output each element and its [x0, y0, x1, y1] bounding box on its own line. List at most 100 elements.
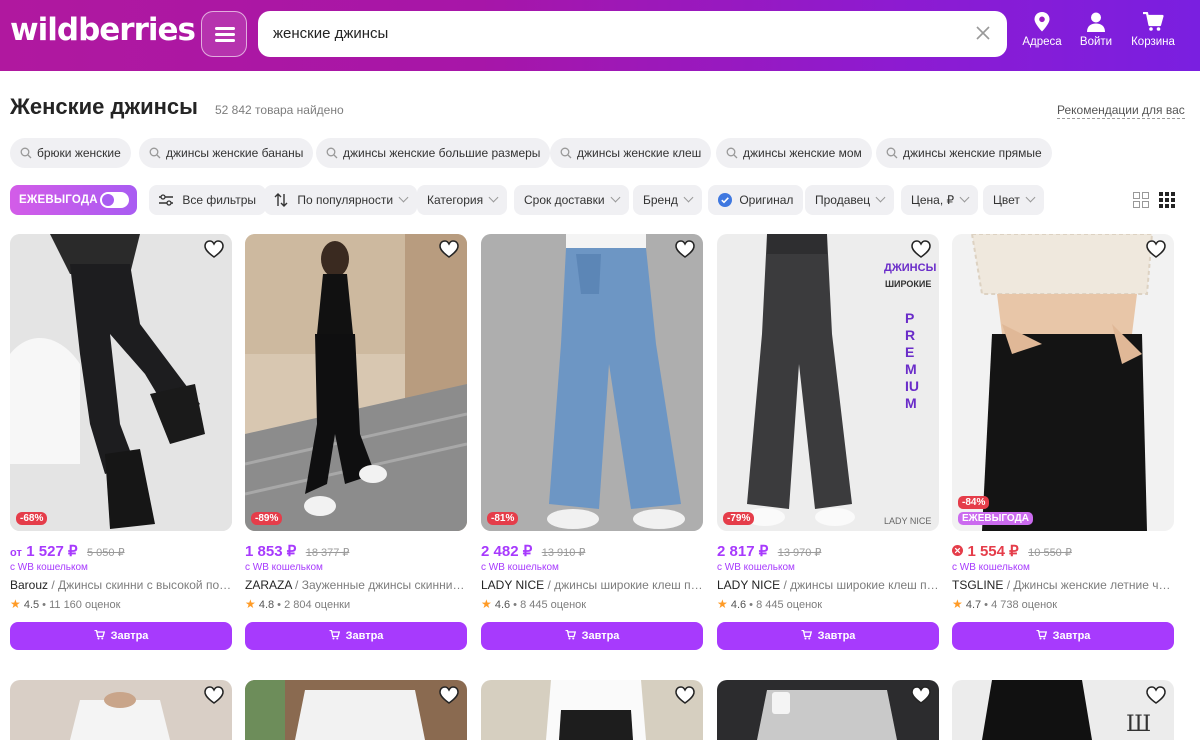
all-filters-button[interactable]: Все фильтры	[149, 185, 267, 215]
cart-icon	[801, 629, 812, 640]
rating: ★ 4.5 • 11 160 оценок	[10, 597, 121, 611]
old-price: 13 910 ₽	[541, 547, 586, 559]
favorite-heart-icon[interactable]	[439, 686, 459, 706]
seller-dropdown[interactable]: Продавец	[805, 185, 895, 215]
wallet-note: с WB кошельком	[952, 562, 1030, 573]
favorite-heart-icon[interactable]	[1146, 240, 1166, 260]
product-image-partial[interactable]	[717, 680, 939, 740]
product-name[interactable]: Barouz / Джинсы скинни с высокой посадко…	[10, 578, 232, 592]
sort-icon	[274, 192, 288, 207]
search-icon	[326, 147, 338, 159]
check-badge-icon	[718, 192, 732, 207]
suggestion-chip[interactable]: джинсы женские большие размеры	[316, 138, 551, 168]
current-price: 2 817 ₽	[717, 543, 769, 560]
image-caption: PREMIUM	[905, 310, 919, 411]
price-dropdown[interactable]: Цена, ₽	[901, 185, 979, 215]
delivery-dropdown[interactable]: Срок доставки	[514, 185, 629, 215]
filter-sliders-icon	[159, 194, 173, 206]
star-icon: ★	[952, 597, 963, 611]
rating: ★ 4.6 • 8 445 оценок	[717, 597, 823, 611]
suggestion-chip[interactable]: брюки женские	[10, 138, 131, 168]
star-icon: ★	[245, 597, 256, 611]
add-to-cart-button[interactable]: Завтра	[952, 622, 1174, 650]
grid-large-view-icon[interactable]	[1133, 192, 1149, 208]
add-to-cart-button[interactable]: Завтра	[10, 622, 232, 650]
brand-dropdown[interactable]: Бренд	[633, 185, 702, 215]
favorite-heart-icon[interactable]	[675, 240, 695, 260]
delivery-label: Срок доставки	[524, 193, 605, 207]
favorite-heart-icon[interactable]	[204, 686, 224, 706]
product-name[interactable]: TSGLINE / Джинсы женские летние черные	[952, 578, 1174, 592]
page-title: Женские джинсы	[10, 94, 198, 119]
favorite-heart-icon[interactable]	[1146, 686, 1166, 706]
discount-badge: -84%	[958, 496, 990, 509]
photo-partial	[70, 692, 170, 740]
suggestion-chip[interactable]: джинсы женские мом	[716, 138, 872, 168]
toggle-switch[interactable]	[100, 192, 129, 208]
rating-value: 4.5	[23, 599, 40, 611]
product-image-partial[interactable]	[245, 680, 467, 740]
search-icon	[726, 147, 738, 159]
add-to-cart-button[interactable]: Завтра	[481, 622, 703, 650]
menu-icon-bar	[215, 33, 235, 36]
clear-icon[interactable]	[973, 23, 993, 43]
logo[interactable]: wildberries	[10, 12, 196, 48]
product-title: / Джинсы скинни с высокой посадкой	[51, 578, 232, 592]
favorite-heart-icon[interactable]	[911, 686, 931, 706]
product-image[interactable]: -84% ЕЖЕВЫГОДА	[952, 234, 1174, 531]
cart-button[interactable]: Корзина	[1127, 12, 1179, 48]
product-image[interactable]: -81%	[481, 234, 703, 531]
product-name[interactable]: LADY NICE / джинсы широкие клеш прямые	[481, 578, 703, 592]
product-image-partial[interactable]	[481, 680, 703, 740]
addresses-button[interactable]: Адреса	[1016, 12, 1068, 48]
menu-button[interactable]	[201, 11, 247, 57]
login-button[interactable]: Войти	[1070, 12, 1122, 48]
addresses-label: Адреса	[1022, 36, 1062, 48]
suggestion-chip[interactable]: джинсы женские бананы	[139, 138, 314, 168]
product-name[interactable]: ZARAZA / Зауженные джинсы скинни с высок…	[245, 578, 467, 592]
grid-small-view-icon[interactable]	[1159, 192, 1175, 208]
original-filter[interactable]: Оригинал	[708, 185, 804, 215]
rating-value: 4.6	[494, 599, 511, 611]
current-price: 2 482 ₽	[481, 543, 533, 560]
color-dropdown[interactable]: Цвет	[983, 185, 1044, 215]
favorite-heart-icon[interactable]	[439, 240, 459, 260]
recommendations-link[interactable]: Рекомендации для вас	[1057, 103, 1185, 119]
favorite-heart-icon[interactable]	[204, 240, 224, 260]
favorite-heart-icon[interactable]	[911, 240, 931, 260]
ezhevygoda-badge: ЕЖЕВЫГОДА	[958, 512, 1033, 525]
suggestion-label: джинсы женские большие размеры	[343, 146, 541, 160]
suggestion-chip[interactable]: джинсы женские прямые	[876, 138, 1052, 168]
category-dropdown[interactable]: Категория	[417, 185, 508, 215]
add-to-cart-button[interactable]: Завтра	[717, 622, 939, 650]
suggestion-chip[interactable]: джинсы женские клеш	[550, 138, 712, 168]
ezhevygoda-toggle[interactable]: ЕЖЕВЫГОДА	[10, 185, 137, 215]
product-image[interactable]: ДЖИНСЫ ШИРОКИЕ PREMIUM LADY NICE -79%	[717, 234, 939, 531]
old-price: 5 050 ₽	[87, 547, 125, 559]
image-caption: ДЖИНСЫ	[884, 262, 937, 274]
rating-value: 4.6	[730, 599, 747, 611]
product-image[interactable]: -68%	[10, 234, 232, 531]
product-image[interactable]: -89%	[245, 234, 467, 531]
product-image-partial[interactable]: Ш	[952, 680, 1174, 740]
product-name[interactable]: LADY NICE / джинсы широкие клеш прямые	[717, 578, 939, 592]
search-input[interactable]: женские джинсы	[258, 11, 1007, 57]
jeans-photo	[952, 234, 1174, 531]
discount-badge: -89%	[251, 512, 283, 525]
hot-deal-icon	[952, 545, 963, 557]
discount-badge: -81%	[487, 512, 519, 525]
favorite-heart-icon[interactable]	[675, 686, 695, 706]
add-to-cart-button[interactable]: Завтра	[245, 622, 467, 650]
rating-value: 4.7	[965, 599, 982, 611]
old-price: 13 970 ₽	[777, 547, 822, 559]
all-filters-label: Все фильтры	[182, 193, 257, 207]
product-image-partial[interactable]	[10, 680, 232, 740]
wallet-note: с WB кошельком	[245, 562, 323, 573]
star-icon: ★	[717, 597, 728, 611]
menu-icon-bar	[215, 39, 235, 42]
rating: ★ 4.8 • 2 804 оценки	[245, 597, 351, 611]
chevron-down-icon	[610, 192, 621, 203]
suggestion-label: джинсы женские прямые	[903, 146, 1042, 160]
sort-dropdown[interactable]: По популярности	[264, 185, 418, 215]
results-count: 52 842 товара найдено	[215, 103, 344, 117]
